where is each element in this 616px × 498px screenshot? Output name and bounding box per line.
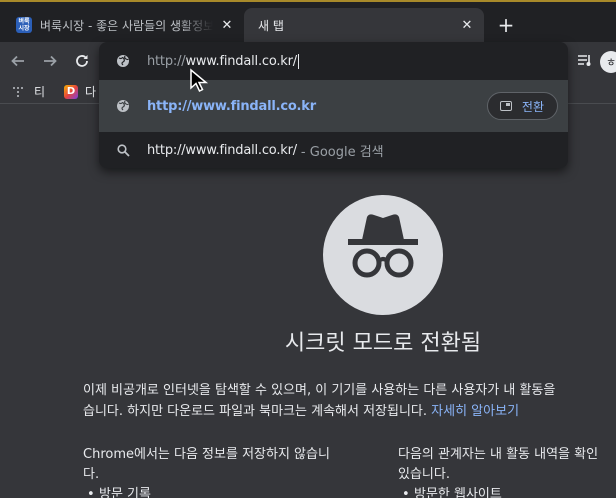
not-saved-section: Chrome에서는 다음 정보를 저장하지 않습니 다. 방문 기록 — [83, 445, 373, 498]
switch-to-tab-button[interactable]: 전환 — [486, 92, 558, 120]
section-text: 있습니다. — [398, 467, 450, 482]
daum-d-icon: D — [64, 84, 78, 99]
description-line: 이제 비공개로 인터넷을 탐색할 수 있으며, 이 기기를 사용하는 다른 사용… — [83, 383, 556, 398]
suggestion-row[interactable]: http://www.findall.co.kr 전환 — [99, 80, 568, 132]
arrow-left-icon — [11, 55, 24, 67]
omnibox-dropdown: http://www.findall.co.kr/ http://www.fin… — [99, 42, 568, 168]
tab-new-tab[interactable]: 새 탭 ✕ — [244, 8, 484, 42]
section-text: 다. — [83, 467, 100, 482]
incognito-description: 이제 비공개로 인터넷을 탐색할 수 있으며, 이 기기를 사용하는 다른 사용… — [83, 380, 616, 422]
reload-icon — [76, 55, 88, 67]
arrow-right-icon — [44, 55, 57, 67]
profile-avatar[interactable]: ㅎ — [600, 51, 616, 73]
suggestion-url: http://www.findall.co.kr — [147, 98, 316, 114]
learn-more-link[interactable]: 자세히 알아보기 — [431, 404, 519, 419]
globe-icon — [99, 54, 147, 68]
list-item: 방문 기록 — [83, 485, 373, 498]
address-text: http://www.findall.co.kr/ — [147, 53, 299, 69]
tab-byeoruksijang[interactable]: 벼룩시장 벼룩시장 - 좋은 사람들의 생활정보 ✕ — [8, 8, 244, 42]
close-tab-button[interactable]: ✕ — [219, 17, 235, 33]
suggestion-query: http://www.findall.co.kr/ — [147, 142, 297, 158]
forward-button[interactable] — [38, 49, 62, 73]
back-button[interactable] — [6, 49, 30, 73]
page-title: 시크릿 모드로 전환됨 — [284, 331, 482, 356]
reading-list-icon — [578, 55, 591, 66]
suggestion-row[interactable]: http://www.findall.co.kr/ - Google 검색 — [99, 132, 568, 168]
tab-switch-icon — [499, 101, 512, 111]
new-tab-button[interactable]: + — [494, 13, 518, 37]
reading-list-button[interactable] — [574, 49, 596, 71]
reload-button[interactable] — [70, 49, 94, 73]
bookmark-label: 티 — [34, 85, 46, 99]
window-top-border — [0, 0, 616, 2]
section-text: Chrome에서는 다음 정보를 저장하지 않습니 — [83, 447, 330, 462]
list-item: 방문한 웹사이트 — [398, 485, 616, 498]
section-text: 다음의 관계자는 내 활동 내역을 확인 — [398, 447, 599, 462]
incognito-icon — [323, 195, 443, 315]
mouse-cursor-icon — [190, 68, 209, 93]
bookmark-label: 다 — [85, 85, 97, 99]
address-bar-input[interactable]: http://www.findall.co.kr/ — [99, 42, 568, 80]
description-text: 습니다. 하지만 다운로드 파일과 북마크는 계속해서 저장됩니다. — [83, 404, 428, 419]
visible-to-section: 다음의 관계자는 내 활동 내역을 확인 있습니다. 방문한 웹사이트 — [398, 445, 616, 498]
tab-title: 벼룩시장 - 좋은 사람들의 생활정보 — [40, 18, 213, 33]
search-icon — [99, 143, 147, 157]
close-tab-button[interactable]: ✕ — [459, 17, 475, 33]
tab-title: 새 탭 — [258, 18, 284, 33]
byeoruk-favicon-icon: 벼룩시장 — [16, 17, 32, 33]
globe-icon — [99, 99, 147, 113]
tiktok-icon — [12, 86, 24, 98]
bookmark-item[interactable]: 티 — [12, 83, 45, 100]
tab-strip: 벼룩시장 벼룩시장 - 좋은 사람들의 생활정보 ✕ 새 탭 ✕ + — [0, 0, 616, 42]
suggestion-suffix: - Google 검색 — [300, 144, 384, 160]
description-line: 습니다. 하지만 다운로드 파일과 북마크는 계속해서 저장됩니다. 자세히 알… — [83, 401, 616, 422]
bookmark-item[interactable]: D 다 — [64, 83, 96, 100]
switch-label: 전환 — [521, 99, 544, 114]
